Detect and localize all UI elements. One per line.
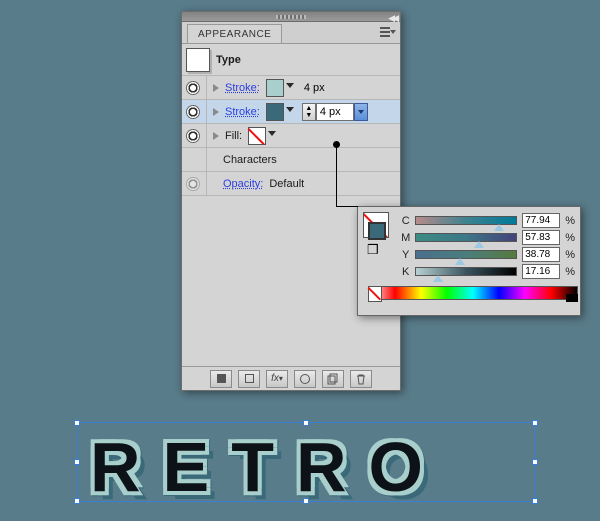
channel-value-field[interactable] — [522, 247, 560, 262]
percent-label: % — [565, 232, 575, 244]
opacity-link[interactable]: Opacity: — [223, 178, 263, 190]
channel-slider[interactable] — [415, 216, 517, 225]
percent-label: % — [565, 215, 575, 227]
cmyk-row-m: M% — [401, 229, 575, 246]
stroke-weight-field[interactable] — [316, 103, 354, 121]
cmyk-row-c: C% — [401, 212, 575, 229]
3d-preview-icon[interactable]: ❒ — [367, 242, 393, 258]
swatch-dropdown-icon[interactable] — [286, 107, 294, 112]
panel-drag-bar[interactable]: ◀◀ — [182, 12, 400, 22]
visibility-toggle[interactable] — [186, 129, 200, 143]
channel-value-field[interactable] — [522, 213, 560, 228]
channel-value-field[interactable] — [522, 264, 560, 279]
stroke-swatch-1[interactable] — [266, 79, 284, 97]
channel-slider[interactable] — [415, 233, 517, 242]
characters-label: Characters — [223, 154, 277, 166]
percent-label: % — [565, 266, 575, 278]
panel-footer: fx▾ — [182, 366, 400, 390]
cmyk-row-y: Y% — [401, 246, 575, 263]
channel-slider[interactable] — [415, 250, 517, 259]
current-color-swatch[interactable] — [368, 222, 386, 240]
target-label: Type — [216, 54, 241, 66]
tab-appearance[interactable]: APPEARANCE — [187, 24, 282, 43]
channel-label: K — [401, 266, 410, 278]
stroke-size-1: 4 px — [304, 82, 325, 94]
clear-appearance-button[interactable] — [294, 370, 316, 388]
target-row: Type — [182, 44, 400, 76]
characters-row[interactable]: Characters — [182, 148, 400, 172]
visibility-toggle[interactable] — [186, 177, 200, 191]
panel-tab-bar: APPEARANCE — [182, 22, 400, 44]
fill-label: Fill: — [225, 130, 242, 142]
duplicate-button[interactable] — [322, 370, 344, 388]
delete-button[interactable] — [350, 370, 372, 388]
fill-row[interactable]: Fill: — [182, 124, 400, 148]
stroke-link[interactable]: Stroke: — [225, 106, 260, 118]
stroke-swatch-2[interactable] — [266, 103, 284, 121]
new-stroke-button[interactable] — [238, 370, 260, 388]
stroke-row-2[interactable]: Stroke: ▲▼ — [182, 100, 400, 124]
color-picker-popup: ❒ C%M%Y%K% — [357, 206, 581, 316]
channel-slider[interactable] — [415, 267, 517, 276]
callout-leader — [336, 145, 358, 207]
fill-swatch[interactable] — [248, 127, 266, 145]
swatch-dropdown-icon[interactable] — [286, 83, 294, 88]
channel-label: C — [401, 215, 410, 227]
stepper-buttons[interactable]: ▲▼ — [302, 103, 316, 121]
spectrum-bar[interactable] — [368, 286, 578, 300]
swatch-dropdown-icon[interactable] — [268, 131, 276, 136]
none-color-icon[interactable] — [368, 286, 382, 302]
visibility-toggle[interactable] — [186, 81, 200, 95]
black-color-icon[interactable] — [566, 294, 578, 302]
channel-label: M — [401, 232, 410, 244]
retro-text[interactable]: RETRO — [90, 427, 445, 507]
stroke-link[interactable]: Stroke: — [225, 82, 260, 94]
fx-button[interactable]: fx▾ — [266, 370, 288, 388]
opacity-value: Default — [269, 178, 304, 190]
new-fill-button[interactable] — [210, 370, 232, 388]
opacity-row[interactable]: Opacity: Default — [182, 172, 400, 196]
panel-menu-icon[interactable] — [380, 25, 396, 39]
stroke-row-1[interactable]: Stroke: 4 px — [182, 76, 400, 100]
target-thumbnail[interactable] — [186, 48, 210, 72]
cmyk-row-k: K% — [401, 263, 575, 280]
disclosure-icon[interactable] — [213, 108, 219, 116]
channel-value-field[interactable] — [522, 230, 560, 245]
appearance-panel: ◀◀ APPEARANCE Type Stroke: 4 px Stroke: … — [181, 11, 401, 391]
disclosure-icon[interactable] — [213, 132, 219, 140]
percent-label: % — [565, 249, 575, 261]
channel-label: Y — [401, 249, 410, 261]
stroke-weight-dropdown[interactable] — [354, 103, 368, 121]
disclosure-icon[interactable] — [213, 84, 219, 92]
visibility-toggle[interactable] — [186, 105, 200, 119]
stroke-weight-input[interactable]: ▲▼ — [302, 103, 368, 121]
